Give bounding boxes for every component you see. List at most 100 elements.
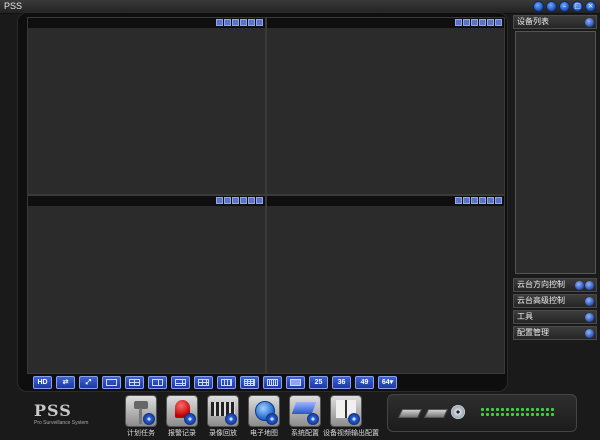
view-toolbar: HD ⇄ ⤢ 25 36 49 64▾ <box>33 376 397 390</box>
audio-icon[interactable] <box>471 197 478 204</box>
status-led <box>546 413 549 416</box>
layout-20-icon[interactable] <box>263 376 282 389</box>
status-led <box>491 408 494 411</box>
minimize-icon[interactable]: – <box>559 1 570 12</box>
alarm-icon <box>166 395 198 427</box>
status-led <box>531 413 534 416</box>
device-list-label: 设备列表 <box>517 17 549 26</box>
status-led <box>506 413 509 416</box>
layout-25-button[interactable]: 25 <box>309 376 328 389</box>
module-alarm-record[interactable]: 报警记录 <box>165 395 199 438</box>
settings-icon[interactable] <box>575 281 584 290</box>
gear-icon <box>184 413 196 425</box>
layout-4-icon[interactable] <box>125 376 144 389</box>
status-led <box>531 408 534 411</box>
device-list-header[interactable]: 设备列表 <box>513 15 597 29</box>
camera-icon <box>125 395 157 427</box>
video-cell-4[interactable] <box>266 195 505 374</box>
layout-16-icon[interactable] <box>240 376 259 389</box>
record-icon[interactable] <box>455 19 462 26</box>
zoom-icon[interactable] <box>487 19 494 26</box>
layout-9-icon[interactable] <box>194 376 213 389</box>
status-led <box>551 413 554 416</box>
talk-icon[interactable] <box>240 197 247 204</box>
gear-icon <box>143 413 155 425</box>
tools-header[interactable]: 工具 <box>513 310 597 324</box>
device-list-tree[interactable] <box>515 31 596 274</box>
layout-64-button[interactable]: 64▾ <box>378 376 397 389</box>
snapshot-icon[interactable] <box>463 19 470 26</box>
status-led <box>501 408 504 411</box>
window-controls: – □ × <box>533 1 596 12</box>
audio-icon[interactable] <box>232 197 239 204</box>
close-icon[interactable] <box>256 19 263 26</box>
expand-icon[interactable] <box>585 297 594 306</box>
ptz-advanced-label: 云台高级控制 <box>517 296 565 305</box>
cd-icon <box>451 405 465 419</box>
status-led-grid <box>481 408 554 416</box>
expand-icon[interactable] <box>585 313 594 322</box>
expand-icon[interactable] <box>585 329 594 338</box>
snapshot-icon[interactable] <box>463 197 470 204</box>
config-manage-label: 配置管理 <box>517 328 549 337</box>
module-system-config[interactable]: 系统配置 <box>288 395 322 438</box>
close-icon[interactable] <box>495 197 502 204</box>
expand-icon[interactable] <box>585 281 594 290</box>
video-cell-1[interactable] <box>27 17 266 195</box>
audio-icon[interactable] <box>232 19 239 26</box>
ptz-direction-header[interactable]: 云台方向控制 <box>513 278 597 292</box>
status-led <box>521 413 524 416</box>
record-icon[interactable] <box>216 19 223 26</box>
talk-icon[interactable] <box>240 19 247 26</box>
status-led <box>496 408 499 411</box>
hd-button[interactable]: HD <box>33 376 52 389</box>
hdd-icon <box>423 409 449 418</box>
gear-icon <box>266 413 278 425</box>
ptz-advanced-header[interactable]: 云台高级控制 <box>513 294 597 308</box>
layout-custom-icon[interactable] <box>286 376 305 389</box>
layout-8-icon[interactable] <box>171 376 190 389</box>
close-icon[interactable] <box>256 197 263 204</box>
zoom-icon[interactable] <box>487 197 494 204</box>
record-icon[interactable] <box>216 197 223 204</box>
layout-6-icon[interactable] <box>148 376 167 389</box>
status-led <box>516 413 519 416</box>
system-config-icon <box>289 395 321 427</box>
settings-icon[interactable] <box>546 1 557 12</box>
status-led <box>526 408 529 411</box>
fullscreen-icon[interactable]: ⤢ <box>79 376 98 389</box>
switch-icon[interactable]: ⇄ <box>56 376 75 389</box>
snapshot-icon[interactable] <box>224 197 231 204</box>
module-e-map[interactable]: 电子地图 <box>247 395 281 438</box>
record-icon[interactable] <box>455 197 462 204</box>
status-led <box>501 413 504 416</box>
talk-icon[interactable] <box>479 197 486 204</box>
status-led <box>536 408 539 411</box>
layout-36-button[interactable]: 36 <box>332 376 351 389</box>
audio-icon[interactable] <box>471 19 478 26</box>
layout-1-icon[interactable] <box>102 376 121 389</box>
help-icon[interactable] <box>533 1 544 12</box>
status-led <box>486 413 489 416</box>
status-tray <box>387 394 577 432</box>
status-led <box>491 413 494 416</box>
zoom-icon[interactable] <box>248 197 255 204</box>
collapse-icon[interactable] <box>585 18 594 27</box>
video-output-icon <box>330 395 362 427</box>
video-cell-2[interactable] <box>266 17 505 195</box>
layout-49-button[interactable]: 49 <box>355 376 374 389</box>
snapshot-icon[interactable] <box>224 19 231 26</box>
close-icon[interactable] <box>495 19 502 26</box>
module-video-output[interactable]: 设备视频输出配置 <box>323 395 379 438</box>
status-led <box>481 408 484 411</box>
video-cell-3[interactable] <box>27 195 266 374</box>
maximize-icon[interactable]: □ <box>572 1 583 12</box>
status-led <box>551 408 554 411</box>
zoom-icon[interactable] <box>248 19 255 26</box>
module-schedule-task[interactable]: 计划任务 <box>124 395 158 438</box>
talk-icon[interactable] <box>479 19 486 26</box>
close-icon[interactable]: × <box>585 1 596 12</box>
module-playback[interactable]: 录像回放 <box>206 395 240 438</box>
layout-13-icon[interactable] <box>217 376 236 389</box>
config-manage-header[interactable]: 配置管理 <box>513 326 597 340</box>
